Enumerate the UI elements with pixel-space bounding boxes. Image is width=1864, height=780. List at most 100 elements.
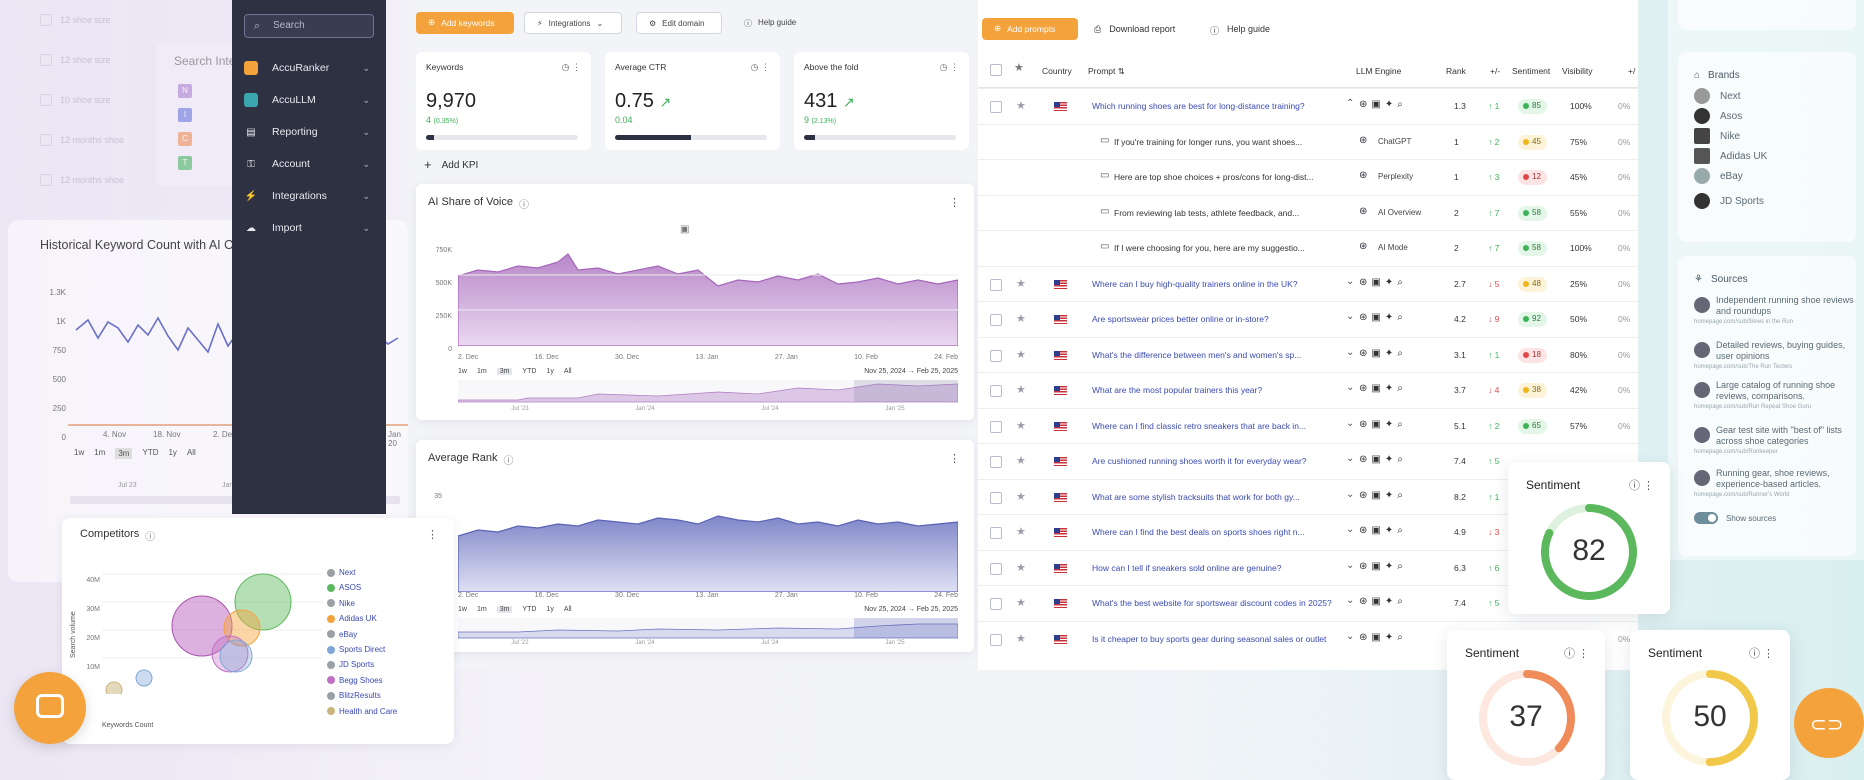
star-icon[interactable]: ★ bbox=[1016, 312, 1026, 325]
chevron-down-icon[interactable]: ⌄ bbox=[1346, 489, 1354, 500]
source-url[interactable]: homepage.com/sub/9/ews in the Run bbox=[1694, 319, 1854, 325]
star-icon[interactable]: ★ bbox=[1016, 561, 1026, 574]
brand-item-jd-sports[interactable]: JD Sports bbox=[1694, 193, 1764, 209]
source-url[interactable]: homepage.com/sub/The Run Testers bbox=[1694, 364, 1854, 370]
range-1m-button[interactable]: 1m bbox=[477, 368, 487, 375]
prompt-text[interactable]: How can I tell if sneakers sold online a… bbox=[1092, 563, 1332, 573]
range-ytd-button[interactable]: YTD bbox=[522, 368, 536, 375]
help-icon[interactable]: ⓘ bbox=[504, 452, 514, 467]
select-all-checkbox[interactable] bbox=[990, 64, 1002, 76]
source-url[interactable]: homepage.com/sub/Runner's World bbox=[1694, 492, 1854, 498]
table-row[interactable]: ★ Which running shoes are best for long-d… bbox=[978, 88, 1638, 124]
row-checkbox[interactable] bbox=[990, 420, 1002, 433]
star-icon[interactable]: ★ bbox=[1014, 61, 1024, 74]
sidebar-item-accuranker[interactable]: AccuRanker ⌄ bbox=[244, 58, 374, 78]
legend-item[interactable]: ASOS bbox=[327, 583, 361, 592]
edit-domain-button[interactable]: ⚙ Edit domain bbox=[636, 12, 722, 34]
toggle-switch[interactable] bbox=[1694, 512, 1718, 524]
more-vert-icon[interactable]: ⋮ bbox=[1763, 648, 1774, 660]
add-kpi-button[interactable]: + Add KPI bbox=[424, 158, 478, 171]
legend-item[interactable]: Nike bbox=[327, 599, 355, 608]
table-child-row[interactable]: ▭ If I were choosing for you, here are my… bbox=[978, 230, 1638, 266]
help-guide-link[interactable]: ⓘ Help guide bbox=[744, 18, 796, 29]
row-checkbox[interactable] bbox=[990, 527, 1002, 539]
range-1y-button[interactable]: 1y bbox=[168, 448, 176, 459]
prompt-text[interactable]: Where can I buy high-quality trainers on… bbox=[1092, 279, 1332, 289]
sidebar-item-account[interactable]: ⚿ Account ⌄ bbox=[244, 154, 374, 174]
range-all-button[interactable]: All bbox=[564, 606, 572, 613]
source-item[interactable]: Large catalog of running shoe reviews, c… bbox=[1694, 380, 1854, 410]
source-item[interactable]: Independent running shoe reviews and rou… bbox=[1694, 295, 1854, 325]
prompt-text[interactable]: Are cushioned running shoes worth it for… bbox=[1092, 456, 1332, 466]
sort-icon[interactable]: ⇅ bbox=[1118, 66, 1125, 76]
range-1w-button[interactable]: 1w bbox=[74, 448, 84, 459]
more-vert-icon[interactable]: ⋮ bbox=[761, 62, 770, 72]
prompt-text[interactable]: Are sportswear prices better online or i… bbox=[1092, 314, 1332, 324]
range-3m-button[interactable]: 3m bbox=[115, 448, 133, 459]
response-text[interactable]: If you're training for longer runs, you … bbox=[1114, 137, 1324, 147]
star-icon[interactable]: ★ bbox=[1016, 348, 1026, 361]
row-checkbox[interactable] bbox=[990, 385, 1002, 397]
range-1m-button[interactable]: 1m bbox=[94, 448, 105, 459]
sidebar-item-import[interactable]: ☁ Import ⌄ bbox=[244, 218, 374, 238]
row-checkbox[interactable] bbox=[990, 491, 1002, 504]
chevron-down-icon[interactable]: ⌄ bbox=[1346, 276, 1354, 287]
sidebar-item-accullm[interactable]: AccuLLM ⌄ bbox=[244, 90, 374, 110]
table-row[interactable]: ★ Where can I buy high-quality trainers o… bbox=[978, 265, 1638, 302]
row-checkbox[interactable] bbox=[990, 278, 1002, 291]
row-checkbox[interactable] bbox=[990, 101, 1002, 113]
range-ytd-button[interactable]: YTD bbox=[142, 448, 158, 459]
header-llm-engine[interactable]: LLM Engine bbox=[1356, 66, 1401, 76]
header-country[interactable]: Country bbox=[1042, 66, 1072, 76]
kpi-tools[interactable]: ◷ ⋮ bbox=[562, 62, 581, 73]
kpi-tools[interactable]: ◷ ⋮ bbox=[940, 62, 959, 73]
table-row[interactable]: ★ Where can I find classic retro sneakers… bbox=[978, 407, 1638, 444]
row-checkbox[interactable] bbox=[990, 598, 1002, 610]
prompt-text[interactable]: What are the most popular trainers this … bbox=[1092, 385, 1332, 395]
download-report-button[interactable]: ⎙ Download report bbox=[1094, 24, 1175, 35]
brand-item-adidas[interactable]: Adidas UK bbox=[1694, 148, 1767, 164]
chevron-down-icon[interactable]: ⌄ bbox=[1346, 311, 1354, 322]
help-guide-link[interactable]: ⓘ Help guide bbox=[1210, 24, 1270, 37]
response-text[interactable]: From reviewing lab tests, athlete feedba… bbox=[1114, 208, 1324, 218]
chevron-down-icon[interactable]: ⌄ bbox=[1346, 382, 1354, 393]
help-icon[interactable]: ⓘ bbox=[145, 528, 155, 543]
star-icon[interactable]: ★ bbox=[1016, 383, 1026, 396]
more-vert-icon[interactable]: ⋮ bbox=[949, 196, 960, 209]
assistant-launcher-button[interactable]: ⊂⊃ bbox=[1794, 688, 1864, 758]
row-checkbox[interactable] bbox=[990, 456, 1002, 468]
row-checkbox[interactable] bbox=[990, 314, 1002, 326]
range-1y-button[interactable]: 1y bbox=[546, 368, 553, 375]
brand-item-asos[interactable]: Asos bbox=[1694, 108, 1742, 124]
chevron-down-icon[interactable]: ⌄ bbox=[1346, 595, 1354, 606]
header-prompt[interactable]: Prompt ⇅ bbox=[1088, 66, 1125, 77]
range-1m-button[interactable]: 1m bbox=[477, 606, 487, 613]
more-vert-icon[interactable]: ⋮ bbox=[949, 452, 960, 465]
table-row[interactable]: ★ What's the difference between men's and… bbox=[978, 336, 1638, 373]
prompt-text[interactable]: What's the best website for sportswear d… bbox=[1092, 598, 1332, 608]
source-url[interactable]: homepage.com/sub/Run Repeat Shoe Guru bbox=[1694, 404, 1854, 410]
sidebar-item-reporting[interactable]: ▤ Reporting ⌄ bbox=[244, 122, 374, 142]
chevron-down-icon[interactable]: ⌄ bbox=[1346, 418, 1354, 429]
help-icon[interactable]: ⓘ bbox=[519, 196, 529, 211]
row-checkbox[interactable] bbox=[990, 562, 1002, 575]
header-rank[interactable]: Rank bbox=[1446, 66, 1466, 76]
table-child-row[interactable]: ▭ From reviewing lab tests, athlete feedb… bbox=[978, 194, 1638, 231]
show-sources-toggle[interactable]: Show sources bbox=[1694, 512, 1776, 524]
source-item[interactable]: Gear test site with "best of" lists acro… bbox=[1694, 425, 1854, 455]
star-icon[interactable]: ★ bbox=[1016, 525, 1026, 538]
row-checkbox[interactable] bbox=[990, 349, 1002, 362]
source-item[interactable]: Running gear, shoe reviews, experience-b… bbox=[1694, 468, 1854, 498]
help-icon[interactable]: ⓘ bbox=[1749, 648, 1760, 660]
prompt-text[interactable]: What are some stylish tracksuits that wo… bbox=[1092, 492, 1332, 502]
integrations-button[interactable]: ⚡ Integrations ⌄ bbox=[524, 12, 622, 34]
source-item[interactable]: Detailed reviews, buying guides, user op… bbox=[1694, 340, 1854, 370]
help-icon[interactable]: ⓘ bbox=[1564, 648, 1575, 660]
clock-icon[interactable]: ◷ bbox=[940, 62, 948, 72]
range-all-button[interactable]: All bbox=[187, 448, 196, 459]
legend-item[interactable]: Next bbox=[327, 568, 355, 577]
legend-item[interactable]: JD Sports bbox=[327, 660, 374, 669]
range-all-button[interactable]: All bbox=[564, 368, 572, 375]
range-3m-button[interactable]: 3m bbox=[496, 368, 513, 375]
chevron-down-icon[interactable]: ⌄ bbox=[1346, 631, 1354, 642]
